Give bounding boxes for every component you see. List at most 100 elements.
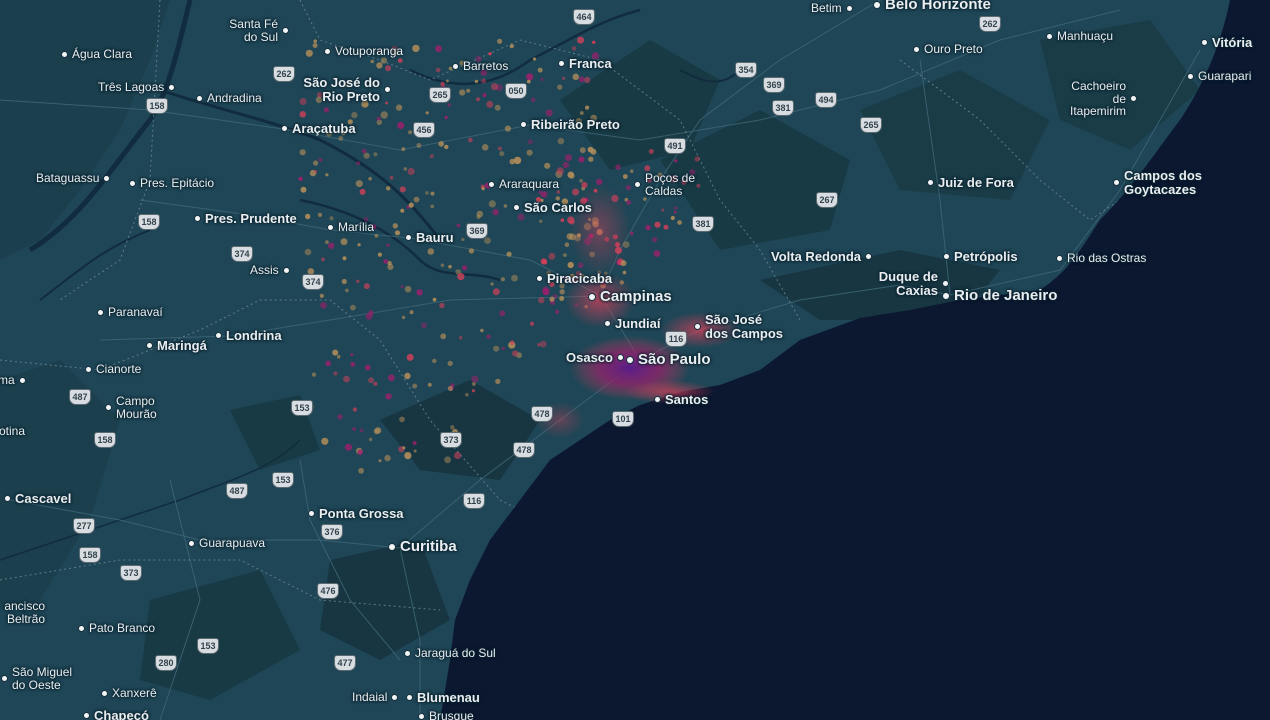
heat-dot [490, 282, 494, 286]
city-marker[interactable]: Guarapuava [189, 537, 265, 550]
city-marker[interactable]: Indaial [352, 691, 398, 704]
heat-dot [312, 43, 318, 48]
map-canvas[interactable]: 464 262 354 369 381 494 265 050 262 158 … [0, 0, 1270, 720]
city-marker[interactable]: Santos [655, 393, 708, 407]
city-marker[interactable]: ma [0, 374, 25, 387]
city-marker[interactable]: Campo Mourão [106, 395, 168, 420]
city-marker[interactable]: Santa Fé do Sul [226, 18, 288, 43]
city-marker[interactable]: Betim [811, 2, 852, 15]
city-marker[interactable]: Belo Horizonte [874, 0, 991, 13]
city-marker[interactable]: Campos dos Goytacazes [1114, 169, 1224, 196]
heat-dot [488, 52, 492, 56]
city-marker[interactable]: Água Clara [62, 48, 132, 61]
city-marker[interactable]: ancisco Beltrão [0, 600, 50, 625]
city-marker[interactable]: Franca [559, 57, 612, 71]
city-marker[interactable]: Poços de Caldas [635, 172, 705, 197]
city-marker[interactable]: São Paulo [627, 352, 711, 368]
city-marker[interactable]: Vitória [1202, 36, 1252, 50]
city-marker[interactable]: Maringá [147, 339, 207, 353]
city-marker[interactable]: Bauru [406, 231, 454, 245]
city-marker[interactable]: Piracicaba [537, 272, 612, 286]
heat-dot [509, 340, 515, 346]
city-marker[interactable]: Jaraguá do Sul [405, 647, 496, 660]
city-marker[interactable]: Jundiaí [605, 317, 661, 331]
heat-dot [345, 288, 349, 293]
city-marker[interactable]: Juiz de Fora [928, 176, 1014, 190]
city-marker[interactable]: Petrópolis [944, 250, 1018, 264]
heat-dot [653, 250, 661, 257]
city-marker[interactable]: Cianorte [86, 363, 141, 376]
city-dot [846, 5, 852, 11]
city-label: Ponta Grossa [319, 506, 404, 521]
city-marker[interactable]: São José do Rio Preto [300, 76, 390, 103]
city-label: Santa Fé do Sul [229, 17, 278, 44]
heat-dot [629, 231, 634, 236]
city-marker[interactable]: otina [0, 425, 25, 438]
city-dot [419, 713, 424, 719]
heat-dot [513, 156, 522, 165]
city-marker[interactable]: Assis [250, 264, 289, 277]
city-marker[interactable]: Blumenau [407, 691, 480, 705]
city-label: Cascavel [15, 491, 72, 506]
city-marker[interactable]: Volta Redonda [771, 250, 872, 264]
city-marker[interactable]: São Miguel do Oeste [2, 666, 82, 691]
heat-dot [645, 224, 651, 231]
heat-dot [450, 425, 455, 430]
city-marker[interactable]: São José dos Campos [695, 313, 785, 340]
city-marker[interactable]: Araraquara [489, 178, 559, 191]
city-marker[interactable]: Rio das Ostras [1057, 252, 1146, 265]
city-marker[interactable]: São Carlos [514, 201, 592, 215]
city-marker[interactable]: Guarapari [1188, 70, 1251, 83]
city-marker[interactable]: Xanxerê [102, 687, 157, 700]
city-dot [2, 676, 7, 682]
heat-dot [648, 149, 654, 154]
heat-dot [380, 111, 388, 119]
city-marker[interactable]: Cascavel [5, 492, 71, 506]
city-marker[interactable]: Votuporanga [325, 45, 403, 58]
heat-dot [385, 65, 392, 72]
heat-dot [572, 188, 580, 196]
highway-shield: 116 [666, 332, 686, 346]
city-marker[interactable]: Ribeirão Preto [521, 118, 620, 132]
city-marker[interactable]: Andradina [197, 92, 262, 105]
heat-dot [427, 248, 435, 255]
city-marker[interactable]: Barretos [453, 60, 508, 73]
heat-dot [465, 393, 469, 397]
city-dot [283, 267, 289, 273]
city-marker[interactable]: Curitiba [389, 539, 457, 555]
heat-dot [577, 36, 585, 44]
heat-dot [400, 208, 405, 213]
city-marker[interactable]: Ouro Preto [914, 43, 983, 56]
city-marker[interactable]: Paranavaí [98, 306, 163, 319]
city-marker[interactable]: Araçatuba [282, 122, 356, 136]
heat-dot [318, 158, 323, 162]
city-label: Pres. Prudente [205, 211, 297, 226]
city-marker[interactable]: Osasco [566, 351, 623, 365]
city-marker[interactable]: Manhuaçu [1047, 30, 1113, 43]
heat-dot [384, 454, 391, 462]
city-marker[interactable]: Campinas [589, 289, 672, 305]
city-marker[interactable]: Bataguassu [36, 172, 110, 185]
city-marker[interactable]: Pres. Prudente [195, 212, 297, 226]
city-marker[interactable]: Três Lagoas [98, 81, 175, 94]
city-label: Duque de Caxias [878, 269, 938, 298]
heat-dot [404, 372, 411, 380]
city-marker[interactable]: Chapecó [84, 709, 149, 720]
city-dot [489, 181, 494, 187]
city-marker[interactable]: Ponta Grossa [309, 507, 404, 521]
city-marker[interactable]: Cachoeiro de Itapemirim [1056, 80, 1136, 118]
heat-dot [357, 243, 361, 247]
city-marker[interactable]: Brusque [419, 710, 474, 720]
heat-dot [356, 161, 360, 165]
city-dot [309, 511, 314, 517]
city-marker[interactable]: Duque de Caxias [868, 270, 948, 297]
city-label: ma [0, 373, 15, 387]
city-marker[interactable]: Marília [328, 221, 374, 234]
highway-shield: 491 [665, 139, 685, 153]
city-label: Pato Branco [89, 621, 156, 635]
city-marker[interactable]: Londrina [216, 329, 282, 343]
city-marker[interactable]: Pato Branco [79, 622, 155, 635]
city-label: Araçatuba [292, 121, 356, 136]
city-marker[interactable]: Pres. Epitácio [130, 177, 214, 190]
city-marker[interactable]: Rio de Janeiro [943, 288, 1057, 304]
